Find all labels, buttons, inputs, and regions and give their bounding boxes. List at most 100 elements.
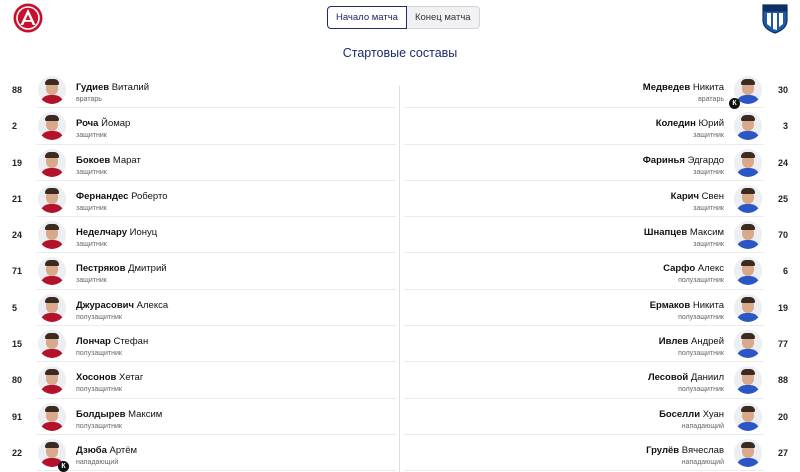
- player-row[interactable]: 6 Сарфо Алекс полузащитник: [404, 253, 788, 290]
- player-shirt: [40, 95, 64, 104]
- player-avatar[interactable]: [734, 402, 762, 431]
- player-first-name: Максим: [128, 408, 163, 420]
- player-number: 71: [12, 266, 23, 277]
- player-avatar[interactable]: [38, 112, 66, 141]
- player-first-name: Даниил: [690, 372, 724, 384]
- player-row[interactable]: 88 Лесовой Даниил полузащитник: [404, 362, 788, 399]
- player-name[interactable]: Ермаков Никита: [650, 300, 724, 311]
- player-row[interactable]: 88 Гудиев Виталий вратарь: [12, 72, 396, 109]
- player-last-name: Пестряков: [76, 263, 126, 275]
- player-row[interactable]: 24 Фаринья Эдгардо защитник: [404, 145, 788, 181]
- player-info: Боселли Хуан нападающий: [659, 409, 724, 430]
- player-row[interactable]: 77 Ивлев Андрей полузащитник: [404, 326, 788, 363]
- player-name[interactable]: Ивлев Андрей: [659, 336, 724, 347]
- tab-match-end[interactable]: Конец матча: [406, 6, 480, 29]
- player-avatar[interactable]: [734, 148, 762, 177]
- player-avatar[interactable]: [38, 366, 66, 395]
- player-first-name: Алекса: [136, 299, 169, 311]
- player-name[interactable]: Гудиев Виталий: [76, 82, 149, 93]
- player-hair: [45, 260, 59, 267]
- player-info: Карич Свен защитник: [671, 191, 724, 212]
- player-avatar[interactable]: [38, 257, 66, 286]
- player-info: Медведев Никита вратарь: [643, 82, 724, 103]
- pari-nn-crest-icon: [762, 4, 788, 34]
- player-name[interactable]: Роча Йомар: [76, 118, 130, 129]
- player-position: защитник: [693, 241, 724, 249]
- player-name[interactable]: Фернандес Роберто: [76, 191, 168, 202]
- home-team-logo[interactable]: [13, 3, 43, 33]
- player-position: защитник: [693, 132, 724, 140]
- player-name[interactable]: Шнапцев Максим: [644, 227, 724, 238]
- player-row[interactable]: 71 Пестряков Дмитрий защитник: [12, 253, 396, 290]
- player-number: 15: [12, 339, 23, 350]
- player-avatar[interactable]: [734, 438, 762, 467]
- player-row[interactable]: 91 Болдырев Максим полузащитник: [12, 399, 396, 435]
- player-info: Болдырев Максим полузащитник: [76, 409, 162, 430]
- player-row[interactable]: 3 Коледин Юрий защитник: [404, 108, 788, 145]
- player-name[interactable]: Хосонов Хетаг: [76, 372, 143, 383]
- player-shirt: [40, 276, 64, 286]
- player-name[interactable]: Джурасович Алекса: [76, 300, 168, 311]
- player-info: Бокоев Марат защитник: [76, 155, 141, 176]
- player-first-name: Ионуц: [129, 227, 158, 239]
- player-name[interactable]: Дзюба Артём: [76, 445, 137, 456]
- player-row[interactable]: 22 К Дзюба Артём нападающий: [12, 435, 396, 472]
- player-name[interactable]: Боселли Хуан: [659, 409, 724, 420]
- player-row[interactable]: 19 Ермаков Никита полузащитник: [404, 290, 788, 327]
- player-shirt: [40, 203, 64, 213]
- player-row[interactable]: 80 Хосонов Хетаг полузащитник: [12, 362, 396, 399]
- player-avatar[interactable]: [734, 257, 762, 286]
- player-avatar[interactable]: [734, 112, 762, 141]
- player-row[interactable]: 15 Лончар Стефан полузащитник: [12, 326, 396, 363]
- player-first-name: Стефан: [113, 336, 149, 348]
- player-position: защитник: [693, 168, 724, 176]
- player-avatar[interactable]: [734, 221, 762, 250]
- player-avatar[interactable]: [38, 402, 66, 431]
- player-hair: [45, 296, 59, 303]
- player-avatar[interactable]: [38, 76, 66, 104]
- player-position: защитник: [76, 168, 107, 176]
- player-avatar[interactable]: [38, 148, 66, 177]
- player-name[interactable]: Неделчару Ионуц: [76, 227, 157, 238]
- player-name[interactable]: Грулёв Вячеслав: [646, 445, 724, 456]
- player-hair: [741, 187, 755, 194]
- player-avatar[interactable]: [38, 293, 66, 322]
- player-name[interactable]: Коледин Юрий: [656, 118, 724, 129]
- player-avatar[interactable]: [734, 184, 762, 213]
- player-row[interactable]: 5 Джурасович Алекса полузащитник: [12, 290, 396, 327]
- player-avatar[interactable]: [734, 366, 762, 395]
- player-name[interactable]: Лесовой Даниил: [648, 372, 724, 383]
- player-name[interactable]: Медведев Никита: [643, 82, 724, 93]
- player-avatar[interactable]: [38, 330, 66, 359]
- player-shirt: [736, 312, 760, 322]
- player-avatar[interactable]: [38, 221, 66, 250]
- player-row[interactable]: 25 Карич Свен защитник: [404, 181, 788, 218]
- player-name[interactable]: Карич Свен: [671, 191, 724, 202]
- player-info: Лончар Стефан полузащитник: [76, 336, 148, 357]
- player-row[interactable]: 27 Грулёв Вячеслав нападающий: [404, 435, 788, 472]
- player-shirt: [40, 167, 64, 177]
- player-row[interactable]: 20 Боселли Хуан нападающий: [404, 399, 788, 435]
- player-name[interactable]: Сарфо Алекс: [663, 263, 724, 274]
- player-row[interactable]: 19 Бокоев Марат защитник: [12, 145, 396, 181]
- player-name[interactable]: Лончар Стефан: [76, 336, 148, 347]
- tab-match-start[interactable]: Начало матча: [327, 6, 407, 29]
- player-hair: [45, 405, 59, 412]
- player-row[interactable]: 70 Шнапцев Максим защитник: [404, 217, 788, 254]
- player-row[interactable]: 30 К Медведев Никита вратарь: [404, 72, 788, 110]
- player-hair: [741, 79, 755, 85]
- home-lineup: 88 Гудиев Виталий вратарь 2 Роча Йомар защитн…: [0, 72, 396, 472]
- player-name[interactable]: Фаринья Эдгардо: [643, 155, 724, 166]
- player-avatar[interactable]: [38, 184, 66, 213]
- player-name[interactable]: Пестряков Дмитрий: [76, 263, 167, 274]
- player-last-name: Хосонов: [76, 372, 117, 384]
- player-avatar[interactable]: [734, 293, 762, 322]
- away-team-logo[interactable]: [761, 3, 789, 34]
- player-name[interactable]: Бокоев Марат: [76, 155, 141, 166]
- player-shirt: [40, 349, 64, 359]
- player-row[interactable]: 2 Роча Йомар защитник: [12, 108, 396, 145]
- player-name[interactable]: Болдырев Максим: [76, 409, 162, 420]
- player-avatar[interactable]: [734, 330, 762, 359]
- player-row[interactable]: 24 Неделчару Ионуц защитник: [12, 217, 396, 254]
- player-row[interactable]: 21 Фернандес Роберто защитник: [12, 181, 396, 218]
